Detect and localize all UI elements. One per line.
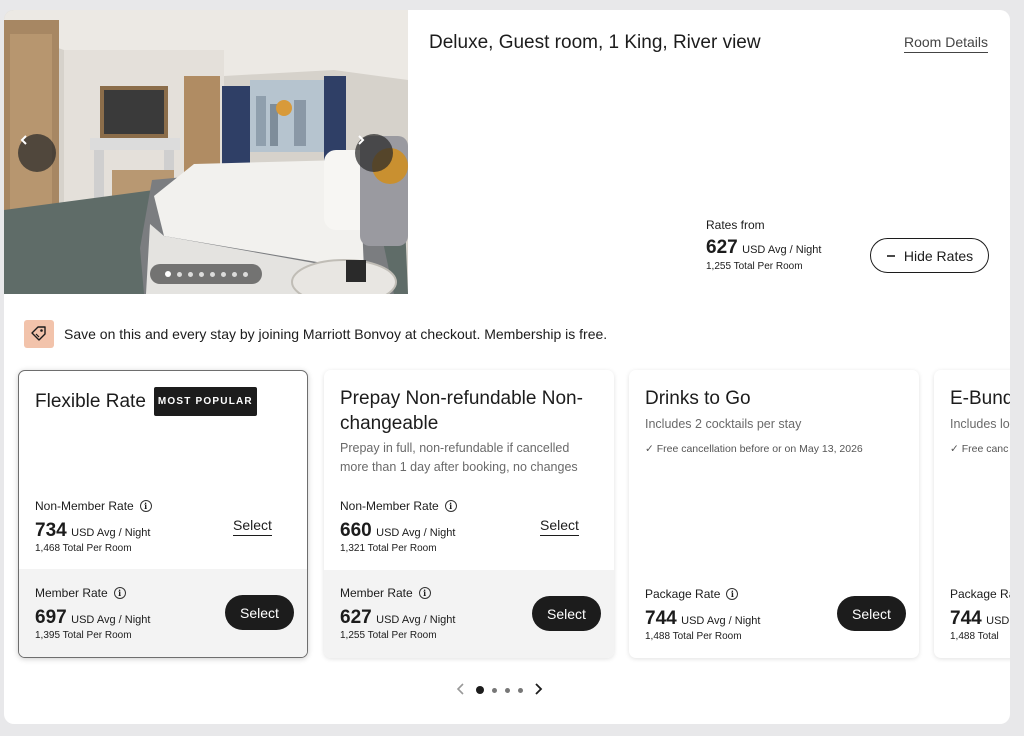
price-unit: USD Avg / Night	[71, 527, 151, 539]
gallery-dot[interactable]	[164, 271, 171, 277]
pager-dot[interactable]	[518, 687, 523, 693]
pager-dot[interactable]	[492, 687, 497, 693]
hide-rates-button[interactable]: Hide Rates	[870, 238, 989, 273]
package-rate-label: Package Rate i	[645, 587, 739, 601]
package-rate-label: Package Rate	[950, 587, 1010, 601]
rate-card-prepay[interactable]: Prepay Non-refundable Non-changeable Pre…	[324, 370, 614, 658]
package-price: 744 USD Avg / Night	[645, 608, 760, 630]
rates-from-total: 1,255 Total Per Room	[706, 261, 803, 272]
price-amount: 744	[645, 608, 677, 629]
label-text: Package Rate	[950, 587, 1010, 601]
member-rate-label: Member Rate i	[35, 586, 126, 600]
non-member-rate-label: Non-Member Rate i	[35, 499, 152, 513]
select-non-member-link[interactable]: Select	[233, 517, 272, 536]
rate-description: Prepay in full, non-refundable if cancel…	[340, 441, 578, 474]
package-total: 1,488 Total	[950, 631, 999, 642]
minus-icon	[886, 254, 895, 257]
room-title: Deluxe, Guest room, 1 King, River view	[429, 32, 761, 53]
member-total: 1,395 Total Per Room	[35, 630, 132, 641]
free-cancellation-note: ✓ Free canc	[950, 443, 1009, 455]
room-details-link[interactable]: Room Details	[904, 34, 989, 53]
non-member-price: 660 USD Avg / Night	[340, 520, 455, 542]
promo-banner: Save on this and every stay by joining M…	[24, 320, 607, 348]
gallery-dot[interactable]	[176, 271, 182, 277]
price-amount: 627	[706, 237, 738, 258]
label-text: Package Rate	[645, 587, 721, 601]
price-unit: USD Avg / Night	[376, 527, 456, 539]
pager-dot[interactable]	[505, 687, 510, 693]
price-unit: USD	[986, 615, 1010, 627]
promo-text: Save on this and every stay by joining M…	[64, 326, 608, 342]
gallery-dot[interactable]	[242, 271, 248, 277]
label-text: Member Rate	[340, 586, 413, 600]
chevron-left-icon	[456, 683, 464, 695]
chevron-left-icon	[20, 135, 27, 145]
package-price: 744 USD	[950, 608, 1009, 630]
rate-carousel-pager	[454, 682, 545, 698]
rate-description: Includes 2 cocktails per stay	[645, 417, 802, 431]
info-icon[interactable]: i	[113, 587, 126, 599]
price-amount: 734	[35, 520, 67, 541]
price-amount: 660	[340, 520, 372, 541]
member-rate-label: Member Rate i	[340, 586, 431, 600]
rate-name: E-Bund	[950, 388, 1010, 409]
non-member-price: 734 USD Avg / Night	[35, 520, 150, 542]
room-photo	[4, 10, 408, 294]
info-icon[interactable]: i	[139, 500, 152, 512]
rates-from-price: 627 USD Avg / Night	[706, 237, 821, 259]
pager-next-button[interactable]	[531, 682, 545, 698]
price-unit: USD Avg / Night	[376, 614, 456, 626]
gallery-indicator[interactable]	[150, 264, 262, 284]
gallery-dot[interactable]	[187, 271, 193, 277]
rate-card-e-bund[interactable]: E-Bund Includes lo ✓ Free canc Package R…	[934, 370, 1010, 658]
gallery-dot[interactable]	[220, 271, 226, 277]
member-price: 627 USD Avg / Night	[340, 607, 455, 629]
label-text: Non-Member Rate	[340, 499, 439, 513]
label-text: Member Rate	[35, 586, 108, 600]
price-amount: 697	[35, 607, 67, 628]
gallery-dot[interactable]	[209, 271, 215, 277]
non-member-total: 1,468 Total Per Room	[35, 543, 132, 554]
price-unit: USD Avg / Night	[742, 244, 822, 256]
member-price: 697 USD Avg / Night	[35, 607, 150, 629]
price-amount: 627	[340, 607, 372, 628]
price-unit: USD Avg / Night	[681, 615, 761, 627]
gallery-prev-button[interactable]	[18, 134, 56, 172]
info-icon[interactable]: i	[726, 588, 739, 600]
info-icon[interactable]: i	[418, 587, 431, 599]
rate-name: Prepay Non-refundable Non-changeable	[340, 388, 583, 434]
free-cancellation-note: ✓ Free cancellation before or on May 13,…	[645, 443, 863, 455]
non-member-rate-label: Non-Member Rate i	[340, 499, 457, 513]
room-photo-carousel[interactable]	[4, 10, 408, 294]
rate-name: Flexible Rate MOST POPULAR	[35, 387, 291, 416]
chevron-right-icon	[358, 135, 365, 145]
rate-card-drinks-to-go[interactable]: Drinks to Go Includes 2 cocktails per st…	[629, 370, 919, 658]
member-total: 1,255 Total Per Room	[340, 630, 437, 641]
package-total: 1,488 Total Per Room	[645, 631, 742, 642]
rate-name-text: Flexible Rate	[35, 391, 146, 412]
non-member-total: 1,321 Total Per Room	[340, 543, 437, 554]
pager-dot[interactable]	[476, 686, 484, 694]
select-package-button[interactable]: Select	[837, 596, 906, 631]
room-card: Deluxe, Guest room, 1 King, River view R…	[4, 10, 1010, 724]
select-member-button[interactable]: Select	[532, 596, 601, 631]
tag-icon	[24, 320, 54, 348]
select-member-button[interactable]: Select	[225, 595, 294, 630]
price-amount: 744	[950, 608, 982, 629]
price-unit: USD Avg / Night	[71, 614, 151, 626]
info-icon[interactable]: i	[444, 500, 457, 512]
pager-prev-button[interactable]	[454, 682, 468, 698]
most-popular-badge: MOST POPULAR	[153, 387, 257, 416]
hide-rates-label: Hide Rates	[903, 247, 974, 264]
rate-name: Drinks to Go	[645, 388, 751, 409]
gallery-dot[interactable]	[198, 271, 204, 277]
rates-from-label: Rates from	[706, 218, 765, 232]
gallery-dot[interactable]	[231, 271, 237, 277]
label-text: Non-Member Rate	[35, 499, 134, 513]
chevron-right-icon	[535, 683, 543, 695]
rate-description: Includes lo	[950, 417, 1010, 431]
gallery-next-button[interactable]	[355, 134, 393, 172]
rate-card-flexible[interactable]: Flexible Rate MOST POPULAR Non-Member Rat…	[18, 370, 308, 658]
select-non-member-link[interactable]: Select	[540, 517, 579, 536]
